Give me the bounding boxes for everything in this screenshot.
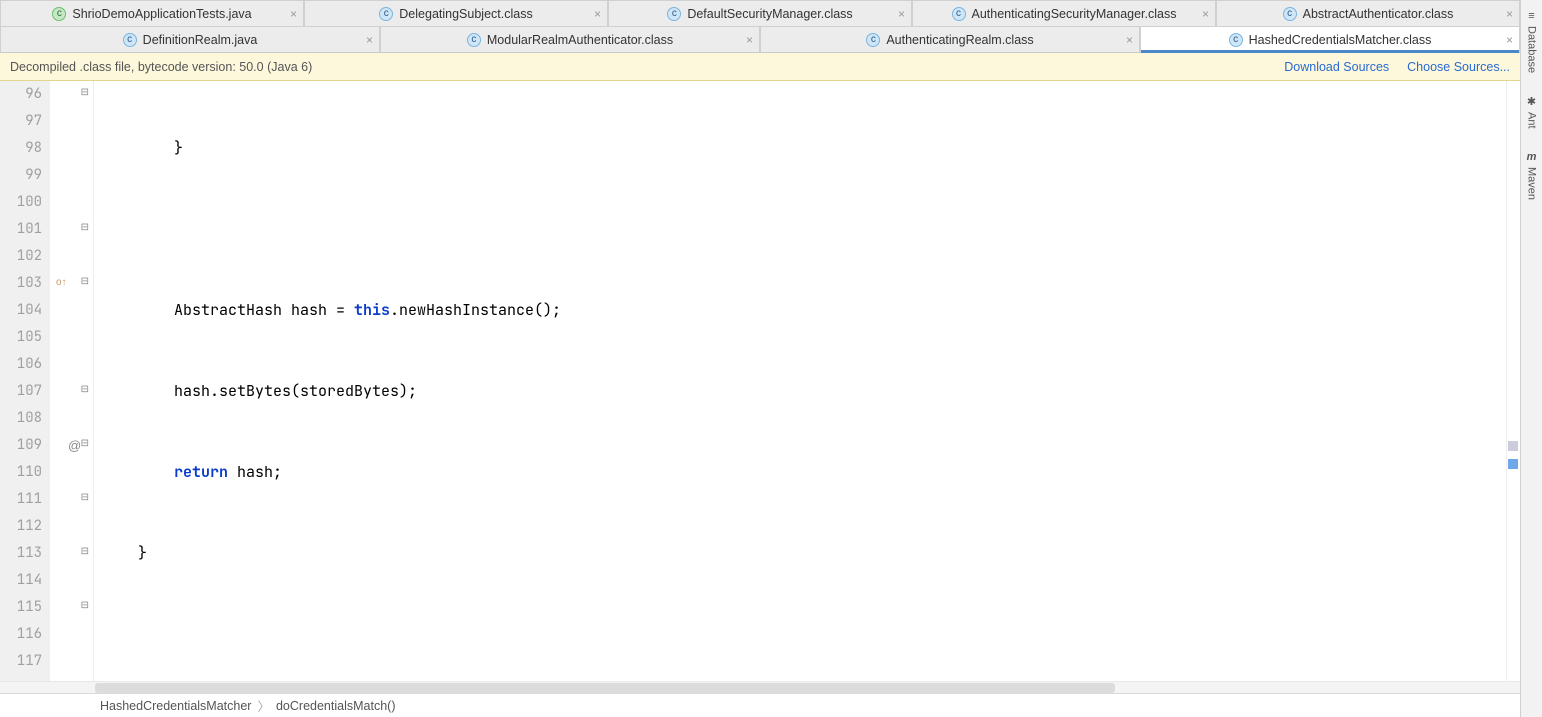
editor-tab[interactable]: c AbstractAuthenticator.class ×	[1216, 0, 1520, 26]
class-file-icon: c	[467, 33, 481, 47]
banner-text: Decompiled .class file, bytecode version…	[10, 60, 312, 74]
editor-tab[interactable]: c DefaultSecurityManager.class ×	[608, 0, 912, 26]
line-number: 100	[0, 189, 50, 216]
database-icon: ≡	[1528, 10, 1534, 22]
fold-handle-icon[interactable]: ⊟	[81, 276, 89, 287]
choose-sources-link[interactable]: Choose Sources...	[1407, 60, 1510, 74]
editor-tab[interactable]: c HashedCredentialsMatcher.class ×	[1140, 26, 1520, 52]
fold-handle-icon[interactable]: ⊟	[81, 600, 89, 611]
line-number: 105	[0, 324, 50, 351]
code-area[interactable]: } AbstractHash hash = this.newHashInstan…	[94, 81, 1506, 681]
fold-strip[interactable]: o↑ @ ⊟ ⊟ ⊟ ⊟ ⊟ ⊟ ⊟ ⊟	[50, 81, 94, 681]
breadcrumb-class[interactable]: HashedCredentialsMatcher	[100, 699, 251, 713]
scroll-marker-strip[interactable]	[1506, 81, 1520, 681]
tab-label: HashedCredentialsMatcher.class	[1249, 33, 1432, 47]
tool-window-ant[interactable]: ✱Ant	[1526, 89, 1538, 135]
editor-tab[interactable]: c DefinitionRealm.java ×	[0, 26, 380, 52]
fold-handle-icon[interactable]: ⊟	[81, 384, 89, 395]
class-file-icon: c	[1283, 7, 1297, 21]
horizontal-scrollbar[interactable]	[0, 681, 1520, 693]
breadcrumb-method[interactable]: doCredentialsMatch()	[276, 699, 396, 713]
line-number: 107	[0, 378, 50, 405]
line-number: 112	[0, 513, 50, 540]
class-file-icon: c	[1229, 33, 1243, 47]
line-number: 110	[0, 459, 50, 486]
override-marker-icon[interactable]: o↑	[56, 277, 67, 288]
line-number: 98	[0, 135, 50, 162]
close-icon[interactable]: ×	[1202, 7, 1209, 21]
line-number: 102	[0, 243, 50, 270]
editor-tab[interactable]: c ModularRealmAuthenticator.class ×	[380, 26, 760, 52]
close-icon[interactable]: ×	[746, 33, 753, 47]
editor-tab[interactable]: c ShrioDemoApplicationTests.java ×	[0, 0, 304, 26]
scroll-mark[interactable]	[1508, 441, 1518, 451]
decompiled-banner: Decompiled .class file, bytecode version…	[0, 53, 1520, 81]
tab-label: AbstractAuthenticator.class	[1303, 7, 1454, 21]
line-number: 116	[0, 621, 50, 648]
class-file-icon: c	[866, 33, 880, 47]
line-number: 117	[0, 648, 50, 675]
line-number: 106	[0, 351, 50, 378]
line-number: 115	[0, 594, 50, 621]
class-file-icon: c	[379, 7, 393, 21]
class-file-icon: c	[123, 33, 137, 47]
close-icon[interactable]: ×	[290, 7, 297, 21]
close-icon[interactable]: ×	[1506, 33, 1513, 47]
scroll-thumb[interactable]	[95, 683, 1115, 693]
close-icon[interactable]: ×	[898, 7, 905, 21]
line-number: 101	[0, 216, 50, 243]
breadcrumb-separator-icon: 〉	[257, 696, 270, 715]
tab-label: DelegatingSubject.class	[399, 7, 532, 21]
close-icon[interactable]: ×	[366, 33, 373, 47]
tool-window-maven[interactable]: mMaven	[1526, 145, 1538, 206]
java-file-icon: c	[52, 7, 66, 21]
editor-tab[interactable]: c AuthenticatingSecurityManager.class ×	[912, 0, 1216, 26]
close-icon[interactable]: ×	[1126, 33, 1133, 47]
line-number: 104	[0, 297, 50, 324]
right-tool-strip: ≡Database ✱Ant mMaven	[1520, 0, 1542, 717]
scroll-mark[interactable]	[1508, 459, 1518, 469]
line-number: 99	[0, 162, 50, 189]
line-number: 114	[0, 567, 50, 594]
tab-label: DefaultSecurityManager.class	[687, 7, 852, 21]
fold-handle-icon[interactable]: ⊟	[81, 546, 89, 557]
tab-label: ShrioDemoApplicationTests.java	[72, 7, 251, 21]
editor-tab[interactable]: c AuthenticatingRealm.class ×	[760, 26, 1140, 52]
tab-label: DefinitionRealm.java	[143, 33, 258, 47]
line-number: 103	[0, 270, 50, 297]
maven-icon: m	[1527, 151, 1537, 163]
line-number: 113	[0, 540, 50, 567]
line-number-gutter: 9697989910010110210310410510610710810911…	[0, 81, 50, 681]
class-file-icon: c	[952, 7, 966, 21]
editor-tab[interactable]: c DelegatingSubject.class ×	[304, 0, 608, 26]
breadcrumb: HashedCredentialsMatcher 〉 doCredentials…	[0, 693, 1520, 717]
class-file-icon: c	[667, 7, 681, 21]
line-number: 96	[0, 81, 50, 108]
download-sources-link[interactable]: Download Sources	[1284, 60, 1389, 74]
fold-handle-icon[interactable]: ⊟	[81, 87, 89, 98]
tab-label: AuthenticatingRealm.class	[886, 33, 1033, 47]
close-icon[interactable]: ×	[1506, 7, 1513, 21]
ant-icon: ✱	[1527, 95, 1536, 108]
line-number: 97	[0, 108, 50, 135]
annotation-marker-icon[interactable]: @	[68, 438, 81, 453]
tool-window-database[interactable]: ≡Database	[1526, 4, 1538, 79]
line-number: 108	[0, 405, 50, 432]
fold-handle-icon[interactable]: ⊟	[81, 492, 89, 503]
close-icon[interactable]: ×	[594, 7, 601, 21]
tab-label: ModularRealmAuthenticator.class	[487, 33, 673, 47]
line-number: 111	[0, 486, 50, 513]
fold-handle-icon[interactable]: ⊟	[81, 222, 89, 233]
tab-label: AuthenticatingSecurityManager.class	[972, 7, 1177, 21]
code-editor[interactable]: 9697989910010110210310410510610710810911…	[0, 81, 1520, 681]
editor-tabs: c ShrioDemoApplicationTests.java × c Delegat…	[0, 0, 1520, 53]
line-number: 109	[0, 432, 50, 459]
fold-handle-icon[interactable]: ⊟	[81, 438, 89, 449]
